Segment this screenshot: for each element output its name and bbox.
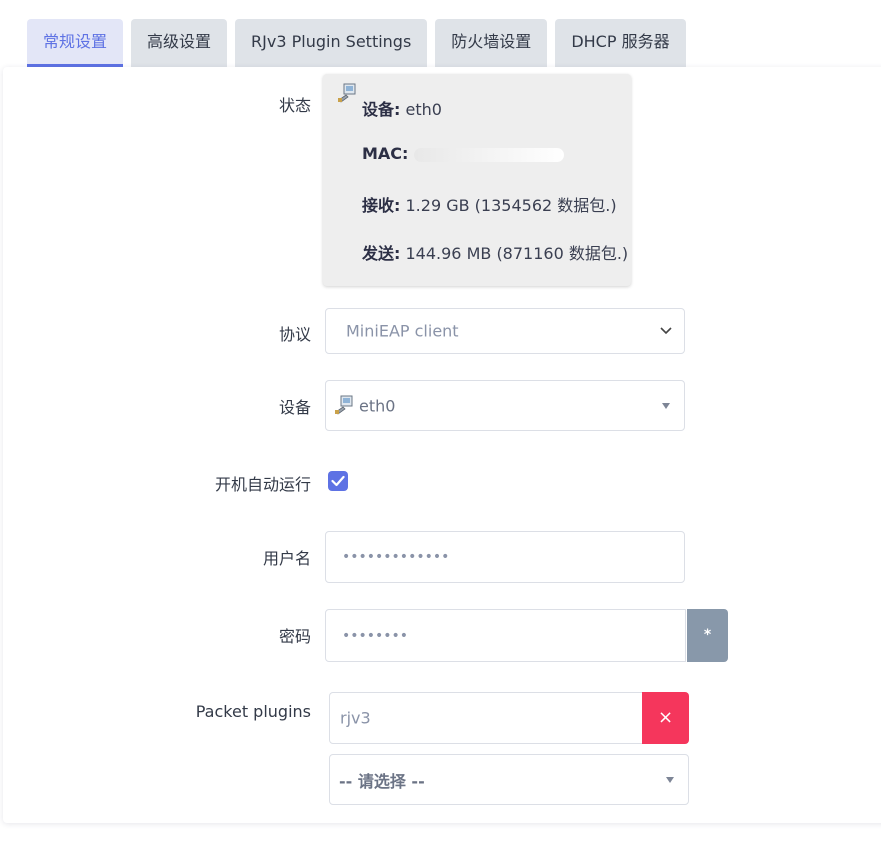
packet-plugins-label: Packet plugins xyxy=(195,702,311,721)
username-input-value: ••••••••••••• xyxy=(342,549,450,565)
chevron-down-icon xyxy=(660,324,672,338)
status-tx-line: 发送: 144.96 MB (871160 数据包.) xyxy=(362,240,628,264)
tab-general-settings[interactable]: 常规设置 xyxy=(27,19,124,67)
status-tx-value: 144.96 MB (871160 数据包.) xyxy=(405,244,629,263)
protocol-select-value: MiniEAP client xyxy=(346,321,459,341)
device-label: 设备 xyxy=(278,398,311,417)
autostart-checkbox[interactable] xyxy=(328,471,348,491)
tab-rjv3-plugin-settings[interactable]: RJv3 Plugin Settings xyxy=(235,19,428,67)
status-tx-key: 发送: xyxy=(362,244,401,263)
tab-advanced-settings[interactable]: 高级设置 xyxy=(131,19,228,67)
device-select-value: eth0 xyxy=(359,396,396,415)
checkmark-icon xyxy=(331,475,345,487)
protocol-label: 协议 xyxy=(278,325,311,344)
password-label: 密码 xyxy=(278,627,311,646)
dropdown-arrow-icon xyxy=(666,776,674,783)
tab-dhcp-server[interactable]: DHCP 服务器 xyxy=(555,19,686,67)
status-label: 状态 xyxy=(278,96,311,115)
autostart-label: 开机自动运行 xyxy=(214,475,311,494)
status-rx-line: 接收: 1.29 GB (1354562 数据包.) xyxy=(362,192,617,216)
packet-plugin-select-value: -- 请选择 -- xyxy=(339,771,425,791)
status-device-line: 设备: eth0 xyxy=(362,96,442,120)
reveal-password-button[interactable]: * xyxy=(687,609,728,662)
username-input[interactable]: ••••••••••••• xyxy=(325,531,685,583)
mac-address-redacted xyxy=(413,147,564,162)
tab-bar: 常规设置 高级设置 RJv3 Plugin Settings 防火墙设置 DHC… xyxy=(27,19,686,67)
tab-firewall-settings[interactable]: 防火墙设置 xyxy=(435,19,548,67)
network-adapter-icon xyxy=(337,83,357,107)
status-mac-line: MAC: xyxy=(362,144,564,163)
remove-plugin-button[interactable]: × xyxy=(642,692,689,744)
status-mac-key: MAC: xyxy=(362,144,409,163)
password-input-value: •••••••• xyxy=(342,627,409,644)
packet-plugin-item[interactable]: rjv3 xyxy=(329,692,643,744)
network-adapter-icon xyxy=(334,395,354,419)
status-device-key: 设备: xyxy=(362,100,401,119)
username-label: 用户名 xyxy=(262,549,311,568)
status-rx-value: 1.29 GB (1354562 数据包.) xyxy=(405,196,617,215)
packet-plugin-item-value: rjv3 xyxy=(340,708,371,728)
device-select[interactable]: eth0 xyxy=(325,380,685,431)
status-device-value: eth0 xyxy=(405,100,442,119)
dropdown-arrow-icon xyxy=(662,402,670,409)
protocol-select[interactable]: MiniEAP client xyxy=(325,308,685,354)
packet-plugin-select[interactable]: -- 请选择 -- xyxy=(329,754,689,805)
password-input[interactable]: •••••••• xyxy=(325,609,686,662)
status-rx-key: 接收: xyxy=(362,196,401,215)
status-info-box: 设备: eth0 MAC: 接收: 1.29 GB (1354562 数据包.)… xyxy=(323,74,631,286)
